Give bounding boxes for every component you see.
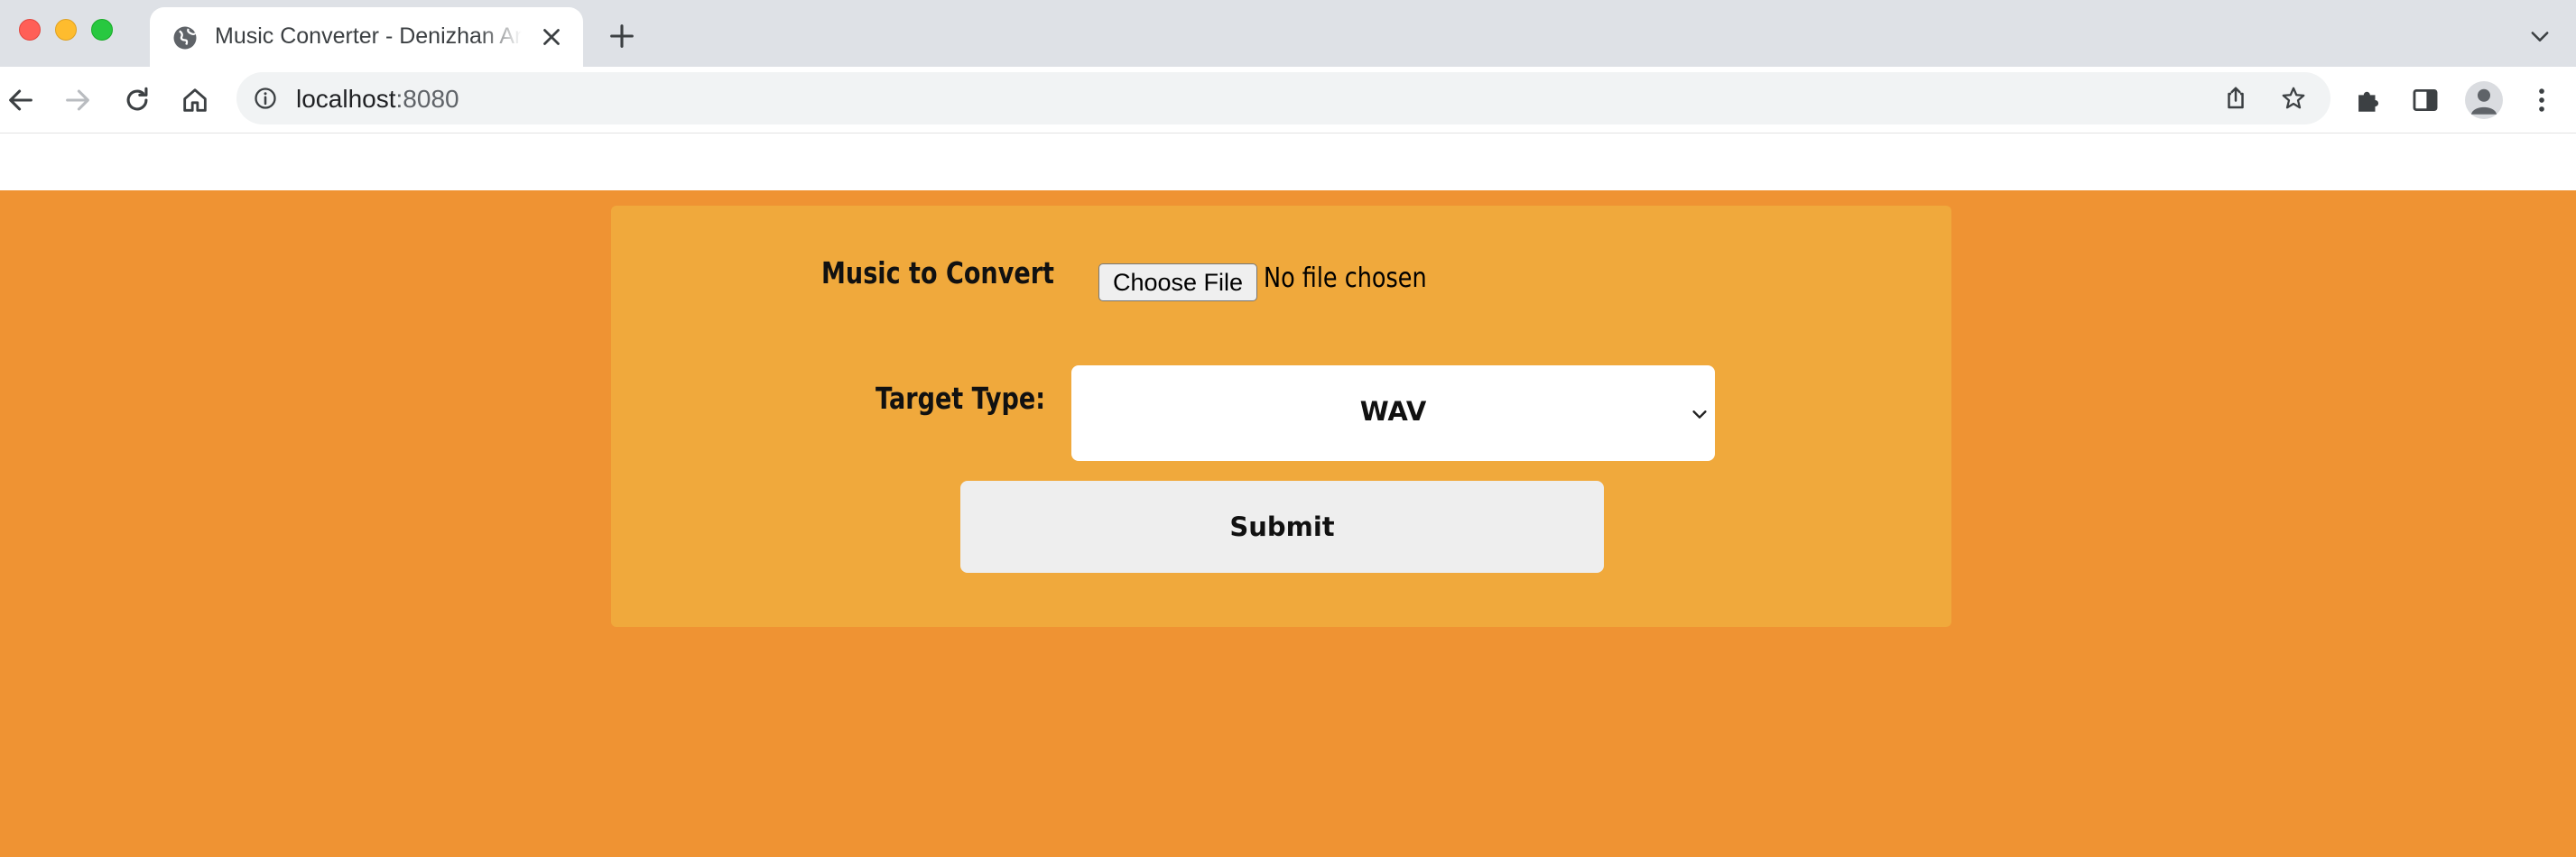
submit-button[interactable]: Submit — [960, 481, 1604, 573]
choose-file-button[interactable]: Choose File — [1098, 263, 1257, 301]
globe-icon — [173, 26, 197, 50]
profile-silhouette-icon — [2471, 88, 2497, 115]
target-type-select[interactable]: WAV — [1071, 365, 1715, 461]
url-text: localhost:8080 — [296, 85, 459, 114]
home-icon[interactable] — [180, 85, 210, 115]
browser-tab-bar: Music Converter - Denizhan Arslan — [0, 0, 2576, 67]
page-background: Music to Convert Choose File No file cho… — [0, 190, 2576, 857]
browser-toolbar: localhost:8080 — [0, 67, 2576, 134]
window-maximize-button[interactable] — [91, 19, 113, 41]
url-port: :8080 — [395, 85, 459, 113]
profile-icon[interactable] — [2465, 81, 2503, 119]
window-minimize-button[interactable] — [55, 19, 77, 41]
url-host: localhost — [296, 85, 396, 113]
new-tab-icon[interactable] — [607, 21, 637, 51]
converter-form: Music to Convert Choose File No file cho… — [611, 206, 1951, 627]
back-icon[interactable] — [5, 85, 36, 115]
reload-icon[interactable] — [122, 85, 153, 115]
file-status-text: No file chosen — [1264, 263, 1427, 294]
forward-icon[interactable] — [62, 85, 93, 115]
extensions-icon[interactable] — [2352, 85, 2383, 115]
browser-tab-active[interactable]: Music Converter - Denizhan Arslan — [150, 7, 583, 67]
share-icon[interactable] — [2222, 85, 2249, 112]
target-type-value: WAV — [1359, 396, 1427, 427]
menu-icon[interactable] — [2526, 85, 2557, 115]
music-to-convert-label: Music to Convert — [821, 255, 1054, 290]
bookmark-star-icon[interactable] — [2280, 85, 2307, 112]
chevron-down-icon — [1692, 410, 1707, 419]
close-icon[interactable] — [538, 23, 565, 51]
address-bar[interactable]: localhost:8080 — [236, 72, 2330, 124]
side-panel-icon[interactable] — [2410, 85, 2441, 115]
tab-title: Music Converter - Denizhan Arslan — [215, 23, 522, 49]
target-type-label: Target Type: — [876, 381, 1046, 416]
site-info-icon[interactable] — [253, 86, 278, 111]
tab-search-icon[interactable] — [2527, 23, 2553, 49]
window-close-button[interactable] — [19, 19, 41, 41]
